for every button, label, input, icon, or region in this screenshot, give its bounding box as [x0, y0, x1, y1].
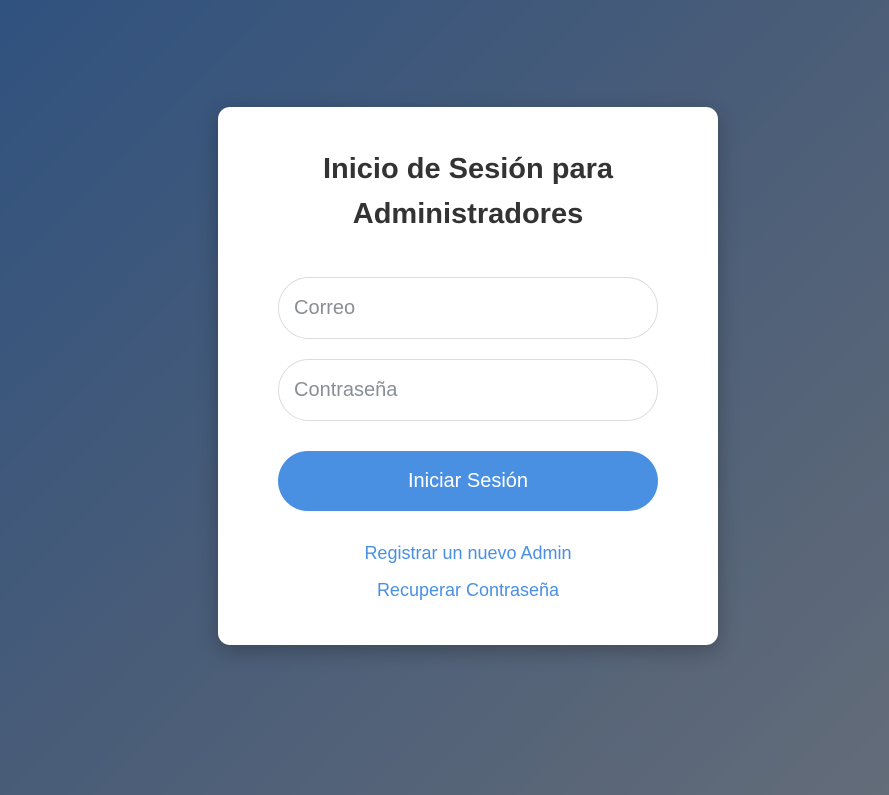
email-field[interactable]	[278, 277, 658, 339]
login-title-line2: Administradores	[352, 198, 584, 230]
login-title: Inicio de Sesión para Administradores	[218, 147, 718, 237]
login-card: Inicio de Sesión para Administradores Ini…	[218, 107, 718, 645]
password-field[interactable]	[278, 359, 658, 421]
login-title-line1: Inicio de Sesión para	[322, 153, 614, 185]
register-admin-link[interactable]: Registrar un nuevo Admin	[218, 542, 718, 564]
recover-password-link[interactable]: Recuperar Contraseña	[218, 579, 718, 601]
login-button[interactable]: Iniciar Sesión	[278, 451, 658, 511]
